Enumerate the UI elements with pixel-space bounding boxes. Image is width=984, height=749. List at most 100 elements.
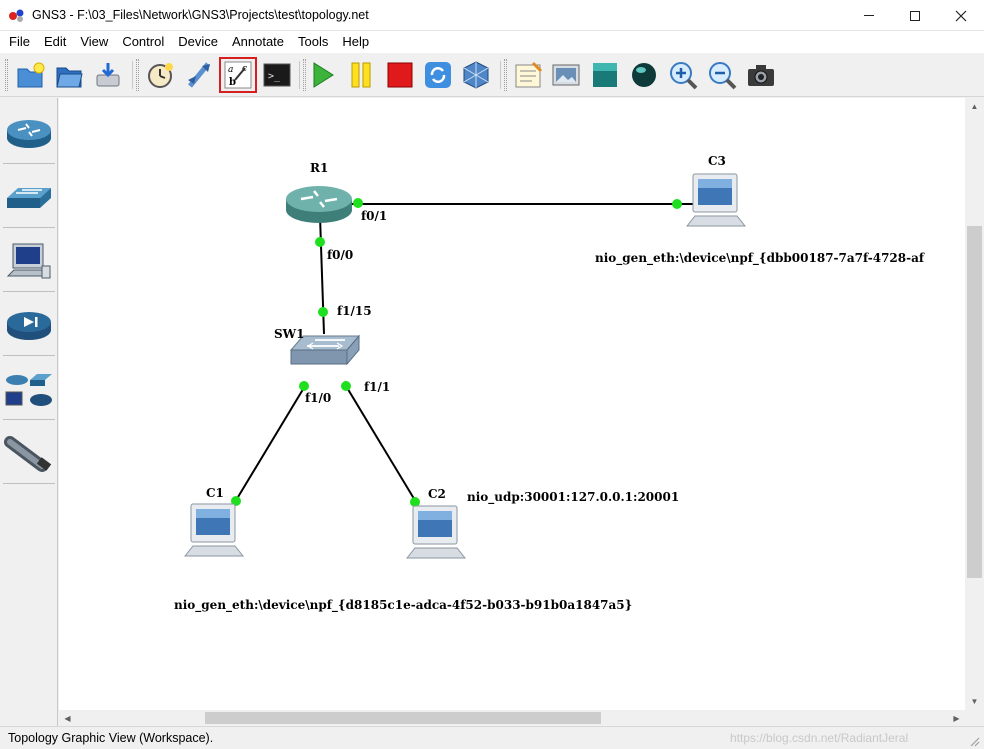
node-label-c2: C2 — [428, 487, 446, 501]
toolbar-grip[interactable] — [5, 59, 8, 91]
end-devices-category-button[interactable] — [3, 232, 55, 292]
scrollbar-corner — [965, 710, 984, 726]
main-toolbar: acb >_ — [0, 53, 984, 97]
menu-device[interactable]: Device — [171, 32, 225, 52]
insert-picture-button[interactable] — [547, 57, 585, 93]
scroll-up-arrow-icon[interactable]: ▲ — [965, 98, 984, 115]
host-c2[interactable] — [403, 504, 469, 566]
interface-label-sw1-f1-15: f1/15 — [337, 304, 372, 318]
window-title: GNS3 - F:\03_Files\Network\GNS3\Projects… — [32, 8, 369, 22]
host-c1[interactable] — [181, 502, 247, 564]
note-c2-nio: nio_udp:30001:127.0.0.1:20001 — [467, 490, 680, 504]
gns3-app-icon — [9, 9, 24, 22]
scroll-left-arrow-icon[interactable]: ◀ — [59, 710, 76, 726]
link-endpoint — [672, 199, 682, 209]
screenshot-icon — [748, 65, 774, 86]
add-note-icon — [515, 61, 543, 88]
all-devices-category-button[interactable] — [3, 360, 55, 420]
add-link-icon — [188, 62, 210, 88]
save-project-button[interactable] — [89, 57, 127, 93]
screenshot-button[interactable] — [742, 57, 780, 93]
save-project-icon — [96, 63, 120, 87]
svg-text:a: a — [228, 65, 233, 75]
scroll-right-arrow-icon[interactable]: ▶ — [948, 710, 965, 726]
zoom-out-icon — [709, 62, 737, 90]
suspend-all-button[interactable] — [342, 57, 380, 93]
routers-category-button[interactable] — [3, 104, 55, 164]
new-project-icon — [17, 62, 45, 88]
insert-picture-icon — [552, 64, 580, 86]
add-link-button[interactable] — [180, 57, 218, 93]
close-button[interactable] — [938, 0, 984, 31]
node-label-c3: C3 — [708, 154, 726, 168]
zoom-out-button[interactable] — [703, 57, 741, 93]
snapshot-button[interactable] — [141, 57, 179, 93]
stop-all-button[interactable] — [381, 57, 419, 93]
status-text: Topology Graphic View (Workspace). — [8, 731, 214, 745]
interface-label-r1-f0-1: f0/1 — [361, 209, 388, 223]
toolbar-grip-2[interactable] — [136, 59, 139, 91]
draw-rectangle-icon — [593, 63, 617, 87]
console-all-button[interactable]: >_ — [258, 57, 296, 93]
menu-file[interactable]: File — [2, 32, 37, 52]
security-devices-category-button[interactable] — [3, 296, 55, 356]
virtualbox-icon — [463, 61, 489, 89]
draw-ellipse-button[interactable] — [625, 57, 663, 93]
cloud-device-icon — [4, 435, 52, 472]
link-endpoint — [318, 307, 328, 317]
open-project-icon — [56, 67, 83, 88]
host-device-icon — [6, 243, 51, 278]
maximize-button[interactable] — [892, 0, 938, 31]
security-device-icon — [7, 311, 51, 340]
scroll-down-arrow-icon[interactable]: ▼ — [965, 693, 984, 710]
topology-workspace[interactable]: R1 f0/1 f0/0 C3 nio_gen_eth:\device\npf_… — [59, 98, 965, 710]
menu-control[interactable]: Control — [115, 32, 171, 52]
link-sw1-c2 — [345, 385, 417, 503]
menu-help[interactable]: Help — [335, 32, 376, 52]
vertical-scrollbar[interactable]: ▲ ▼ — [965, 98, 984, 710]
status-bar: Topology Graphic View (Workspace). https… — [0, 726, 984, 749]
new-project-button[interactable] — [11, 57, 49, 93]
switches-category-button[interactable] — [3, 168, 55, 228]
node-label-r1: R1 — [310, 161, 329, 175]
interface-label-sw1-f1-1: f1/1 — [364, 380, 391, 394]
node-label-c1: C1 — [206, 486, 224, 500]
snapshot-icon — [148, 63, 173, 88]
reload-all-button[interactable] — [419, 57, 457, 93]
menu-tools[interactable]: Tools — [291, 32, 335, 52]
switch-device-icon — [7, 187, 51, 208]
start-all-button[interactable] — [303, 57, 341, 93]
stop-icon — [387, 62, 413, 88]
zoom-in-icon — [670, 62, 698, 90]
zoom-in-button[interactable] — [664, 57, 702, 93]
maximize-icon — [910, 10, 920, 21]
topology-links — [231, 198, 699, 507]
menu-annotate[interactable]: Annotate — [225, 32, 291, 52]
host-c3[interactable] — [683, 172, 749, 234]
minimize-button[interactable] — [846, 0, 892, 31]
note-c1-nio: nio_gen_eth:\device\npf_{d8185c1e-adca-4… — [174, 598, 633, 612]
draw-rectangle-button[interactable] — [586, 57, 624, 93]
toolbar-grip-4[interactable] — [504, 59, 507, 91]
open-project-button[interactable] — [50, 57, 88, 93]
interface-label-sw1-f1-0: f1/0 — [305, 391, 332, 405]
start-icon — [313, 62, 334, 88]
menu-view[interactable]: View — [73, 32, 115, 52]
virtualbox-button[interactable] — [457, 57, 495, 93]
draw-ellipse-icon — [632, 63, 656, 87]
show-interface-labels-icon: acb — [224, 61, 252, 89]
svg-text:>_: >_ — [268, 71, 281, 82]
vertical-scroll-thumb[interactable] — [967, 226, 982, 578]
show-interface-labels-button[interactable]: acb — [219, 57, 257, 93]
menu-bar: File Edit View Control Device Annotate T… — [0, 31, 984, 53]
add-note-button[interactable] — [509, 57, 547, 93]
horizontal-scrollbar[interactable]: ◀ ▶ — [59, 710, 965, 726]
menu-edit[interactable]: Edit — [37, 32, 73, 52]
close-icon — [955, 10, 967, 21]
resize-grip-icon[interactable] — [968, 735, 980, 747]
all-devices-icon — [5, 373, 52, 406]
cloud-category-button[interactable] — [3, 424, 55, 484]
router-r1[interactable] — [283, 182, 355, 228]
horizontal-scroll-thumb[interactable] — [205, 712, 601, 724]
pause-icon — [351, 62, 371, 88]
